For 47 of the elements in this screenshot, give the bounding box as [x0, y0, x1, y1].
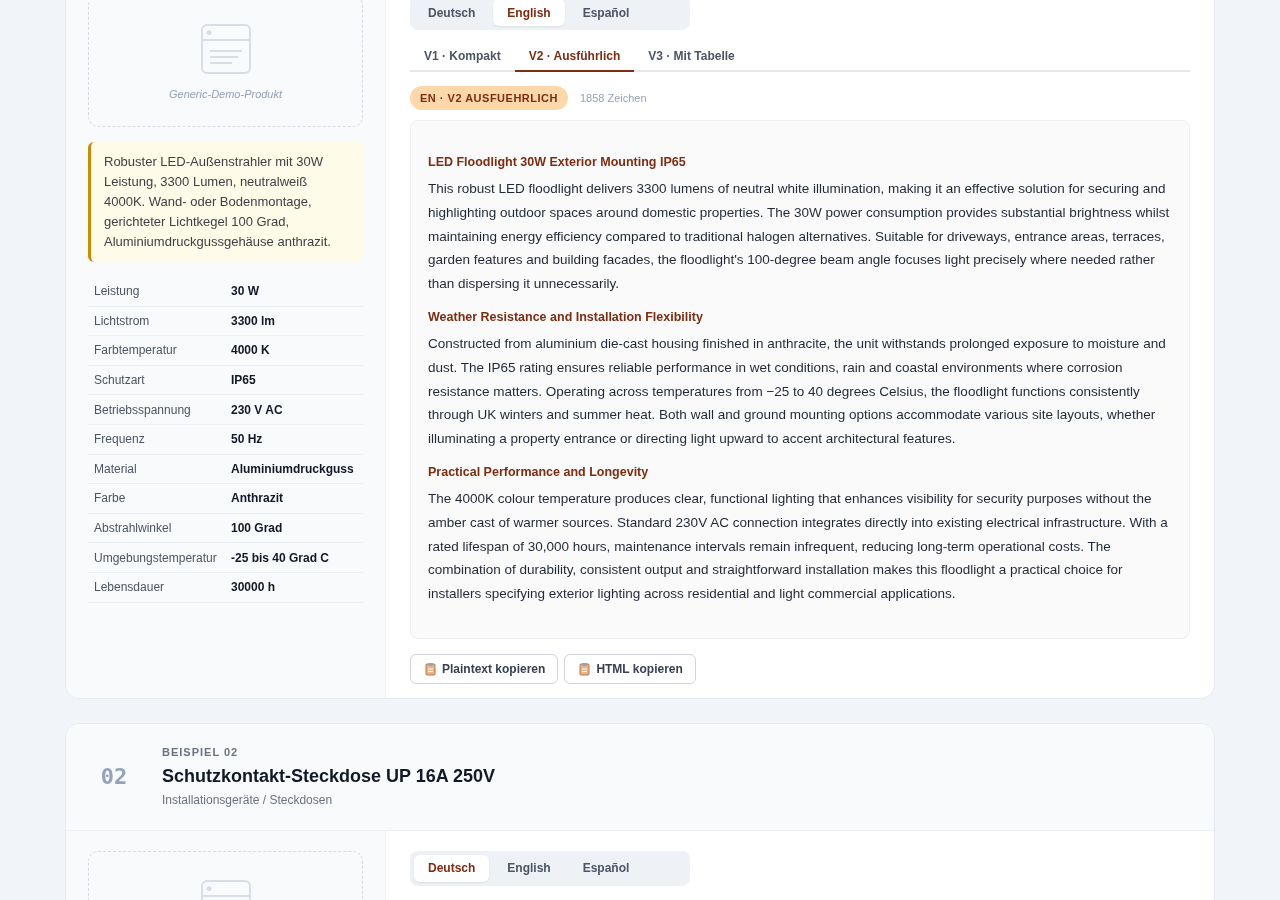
spec-value: 30 W: [225, 277, 363, 307]
character-count: 1858 Zeichen: [579, 92, 647, 104]
copy-button[interactable]: HTML kopieren: [564, 653, 696, 684]
spec-value: 50 Hz: [225, 424, 363, 455]
spec-label: Frequenz: [88, 424, 225, 455]
language-tab[interactable]: Deutsch: [414, 0, 490, 26]
paragraph: Constructed from aluminium die-cast housing finished in anthracite, the unit withstands prolonged exposure to moisture and dust. The IP65 rating ensures reliable performance in wet conditions, rain and coastal environments where corrosion resistance matters. Operating across temperatures from −25 to 40 degrees Celsius, the floodlight functions consistently through UK winters and summer heat. Both wall and ground mounting options accommodate various site layouts, whether illuminating a property entrance or directing light upward to accent architectural features.: [428, 335, 1167, 449]
paragraph: The 4000K colour temperature produces clear, functional lighting that enhances visibility for security purposes without the amber cast of warmer sources. Standard 230V AC connection integrates directly into existing electrical infrastructure. With a rated lifespan of 30,000 hours, maintenance intervals remain infrequent, reducing long-term operational costs. The combination of durability, consistent output and straightforward installation makes this floodlight a practical choice for installers specifying exterior lighting across residential and light commercial applications.: [428, 489, 1169, 604]
example-number: 02: [99, 764, 129, 790]
category-path: Installationsgeräte / Steckdosen: [162, 793, 334, 808]
spec-value: IP65: [225, 365, 363, 395]
section-heading: Weather Resistance and Installation Flexibility: [428, 310, 704, 324]
language-tab[interactable]: English: [493, 0, 565, 26]
summary-note: Robuster LED-Außenstrahler mit 30W Leistung, 3300 Lumen, neutralweiß 4000K. Wand- oder Bodenmontage, gerichteter Lichtkegel 100 Grad, Aluminiumdruckgussgehäuse anthrazit.: [88, 142, 363, 262]
spec-label: Abstrahlwinkel: [88, 513, 225, 543]
language-tab[interactable]: English: [493, 854, 565, 882]
variant-badge: EN · V2 AUSFUEHRLICH: [410, 86, 568, 110]
language-tab[interactable]: Español: [568, 0, 644, 26]
version-tab[interactable]: V3 · Mit Tabelle: [634, 42, 749, 72]
spec-label: Lichtstrom: [88, 306, 225, 336]
spec-label: Farbtemperatur: [88, 335, 225, 366]
spec-label: Betriebsspannung: [88, 394, 225, 425]
paragraph: This robust LED floodlight delivers 3300 lumens of neutral white illumination, making it an effective solution for securing and highlighting outdoor spaces around domestic properties. The 30W power consumption provides substantial brightness whilst maintaining energy efficiency compared to traditional halogen alternatives. Suitable for driveways, entrance areas, terraces, garden features and building facades, the floodlight's 100-degree beam angle focuses light precisely where needed rather than dispersing it unnecessarily.: [428, 180, 1171, 294]
eyebrow-label: BEISPIEL 02: [162, 746, 240, 759]
spec-label: Farbe: [88, 483, 225, 514]
section-heading: LED Floodlight 30W Exterior Mounting IP65: [428, 155, 687, 169]
spec-label: Material: [88, 454, 225, 484]
language-tab[interactable]: Español: [568, 854, 644, 882]
image-caption: Generic-Demo-Produkt: [168, 88, 283, 100]
spec-label: Schutzart: [88, 365, 225, 395]
spec-label: Umgebungstemperatur: [88, 542, 225, 573]
spec-label: Lebensdauer: [88, 572, 225, 603]
spec-value: Aluminiumdruckguss: [225, 454, 363, 484]
spec-label: Leistung: [88, 277, 225, 307]
spec-value: -25 bis 40 Grad C: [225, 542, 363, 573]
version-tab[interactable]: V2 · Ausführlich: [514, 42, 635, 72]
spec-value: 30000 h: [225, 572, 363, 603]
product-title: Schutzkontakt-Steckdose UP 16A 250V: [162, 766, 496, 788]
spec-value: 4000 K: [225, 335, 363, 366]
version-tab[interactable]: V1 · Kompakt: [410, 42, 515, 72]
spec-value: 230 V AC: [225, 394, 363, 425]
spec-value: 3300 lm: [225, 306, 363, 336]
spec-value: 100 Grad: [225, 513, 363, 543]
copy-button[interactable]: Plaintext kopieren: [410, 653, 559, 684]
spec-value: Anthrazit: [225, 483, 363, 514]
section-heading: Practical Performance and Longevity: [428, 464, 650, 479]
language-tab[interactable]: Deutsch: [414, 854, 490, 882]
